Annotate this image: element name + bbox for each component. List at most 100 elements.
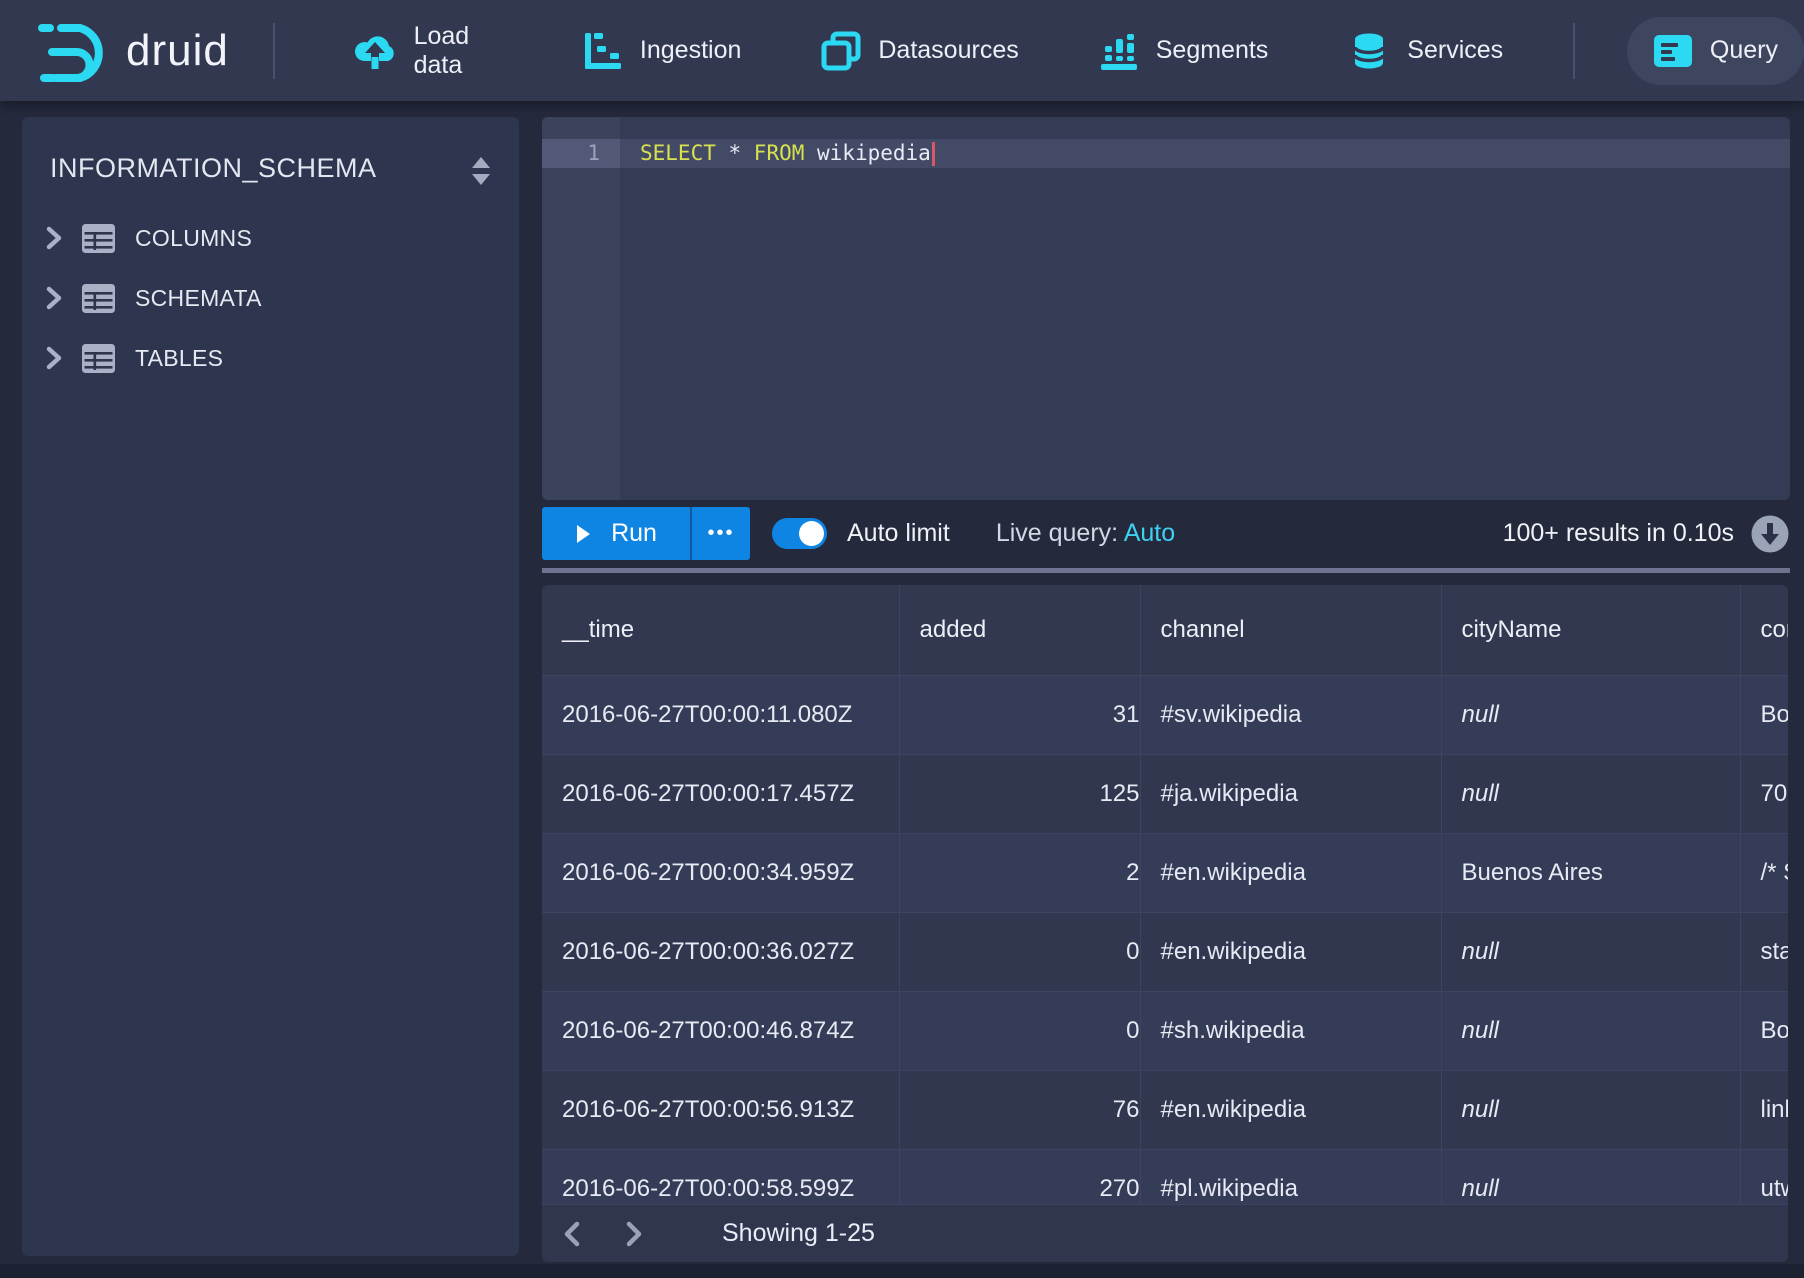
cell-time: 2016-06-27T00:00:17.457Z — [542, 754, 899, 833]
download-circle-icon[interactable] — [1750, 514, 1790, 554]
druid-logo-icon — [36, 19, 112, 83]
nav-item-ingestion[interactable]: Ingestion — [557, 17, 767, 85]
editor-gutter — [542, 117, 620, 500]
run-button[interactable]: Run — [542, 507, 690, 560]
sql-keyword: SELECT — [640, 141, 716, 165]
bottom-strip — [0, 1264, 1804, 1278]
cell-cityname: null — [1441, 754, 1740, 833]
cell-channel: #sh.wikipedia — [1140, 991, 1441, 1070]
nav-item-query[interactable]: Query — [1627, 17, 1804, 85]
table-row: 2016-06-27T00:00:17.457Z 125 #ja.wikiped… — [542, 754, 1788, 833]
sql-query-text[interactable]: SELECT * FROM wikipedia — [640, 139, 935, 168]
cell-channel: #sv.wikipedia — [1140, 675, 1441, 754]
sidebar-item-tables[interactable]: TABLES — [22, 328, 519, 388]
auto-limit-toggle[interactable] — [772, 518, 827, 549]
schema-title: INFORMATION_SCHEMA — [50, 153, 377, 183]
next-page-button[interactable] — [612, 1212, 656, 1256]
cell-cityname: null — [1441, 1070, 1740, 1149]
line-number: 1 — [542, 139, 600, 168]
table-icon — [82, 284, 115, 313]
cell-added: 76 — [899, 1070, 1140, 1149]
cell-added: 0 — [899, 991, 1140, 1070]
schema-sidebar: INFORMATION_SCHEMA COLUMNS — [22, 117, 519, 1256]
cell-cityname: null — [1441, 1149, 1740, 1204]
results-footer: Showing 1-25 — [542, 1204, 1788, 1262]
cell-channel: #ja.wikipedia — [1140, 754, 1441, 833]
more-icon: ••• — [707, 522, 734, 545]
cell-comment: link — [1740, 1070, 1788, 1149]
more-options-button[interactable]: ••• — [690, 507, 750, 560]
cell-channel: #en.wikipedia — [1140, 912, 1441, 991]
sql-keyword: FROM — [754, 141, 805, 165]
sidebar-item-label: SCHEMATA — [135, 285, 262, 312]
column-header-cityname[interactable]: cityName — [1441, 585, 1740, 675]
cell-channel: #pl.wikipedia — [1140, 1149, 1441, 1204]
cell-channel: #en.wikipedia — [1140, 1070, 1441, 1149]
live-query: Live query: Auto — [996, 519, 1175, 548]
column-header-time[interactable]: __time — [542, 585, 899, 675]
live-query-label: Live query: — [996, 519, 1118, 547]
cloud-upload-icon — [353, 30, 397, 72]
results-panel: __time added channel cityName comment 20… — [542, 585, 1788, 1262]
table-row: 2016-06-27T00:00:58.599Z 270 #pl.wikiped… — [542, 1149, 1788, 1204]
nav-item-label: Services — [1407, 36, 1503, 65]
cell-cityname: null — [1441, 912, 1740, 991]
cell-added: 31 — [899, 675, 1140, 754]
chevron-right-icon — [44, 346, 64, 370]
sidebar-item-schemata[interactable]: SCHEMATA — [22, 268, 519, 328]
column-header-channel[interactable]: channel — [1140, 585, 1441, 675]
prev-page-button[interactable] — [550, 1212, 594, 1256]
cell-time: 2016-06-27T00:00:36.027Z — [542, 912, 899, 991]
cell-channel: #en.wikipedia — [1140, 833, 1441, 912]
double-caret-vertical-icon[interactable] — [469, 155, 493, 187]
table-icon — [82, 344, 115, 373]
column-header-added[interactable]: added — [899, 585, 1140, 675]
brand[interactable]: druid — [36, 19, 229, 83]
pagination-status: Showing 1-25 — [722, 1219, 875, 1248]
table-row: 2016-06-27T00:00:34.959Z 2 #en.wikipedia… — [542, 833, 1788, 912]
ingestion-chart-icon — [583, 31, 623, 71]
cell-added: 125 — [899, 754, 1140, 833]
cell-time: 2016-06-27T00:00:56.913Z — [542, 1070, 899, 1149]
chevron-right-icon — [44, 226, 64, 250]
text-cursor — [932, 142, 935, 166]
live-query-value[interactable]: Auto — [1124, 519, 1175, 547]
nav-item-load-data[interactable]: Load data — [327, 17, 529, 85]
results-table-area: __time added channel cityName comment 20… — [542, 585, 1788, 1204]
sidebar-item-columns[interactable]: COLUMNS — [22, 208, 519, 268]
nav-divider — [1573, 23, 1575, 79]
sidebar-item-label: COLUMNS — [135, 225, 252, 252]
cell-comment: 70. — [1740, 754, 1788, 833]
nav-item-datasources[interactable]: Datasources — [795, 17, 1044, 85]
play-icon — [575, 524, 591, 544]
cell-added: 2 — [899, 833, 1140, 912]
results-table: __time added channel cityName comment 20… — [542, 585, 1788, 1204]
nav-item-services[interactable]: Services — [1322, 17, 1529, 85]
cell-time: 2016-06-27T00:00:11.080Z — [542, 675, 899, 754]
nav-item-label: Query — [1710, 36, 1778, 65]
cell-cityname: null — [1441, 675, 1740, 754]
nav-item-label: Ingestion — [640, 36, 741, 65]
nav-item-label: Load data — [414, 22, 503, 80]
table-row: 2016-06-27T00:00:11.080Z 31 #sv.wikipedi… — [542, 675, 1788, 754]
cell-cityname: null — [1441, 991, 1740, 1070]
cell-time: 2016-06-27T00:00:58.599Z — [542, 1149, 899, 1204]
table-icon — [82, 224, 115, 253]
auto-limit-label: Auto limit — [847, 519, 950, 548]
table-row: 2016-06-27T00:00:36.027Z 0 #en.wikipedia… — [542, 912, 1788, 991]
cell-comment: Bot — [1740, 675, 1788, 754]
nav-divider — [273, 23, 275, 79]
header-row: __time added channel cityName comment — [542, 585, 1788, 675]
nav-item-segments[interactable]: Segments — [1073, 17, 1295, 85]
editor-active-line: 1 SELECT * FROM wikipedia — [542, 139, 1790, 168]
panel-splitter[interactable] — [542, 568, 1790, 573]
auto-limit-switch-wrap[interactable]: Auto limit — [772, 518, 950, 549]
table-row: 2016-06-27T00:00:56.913Z 76 #en.wikipedi… — [542, 1070, 1788, 1149]
navbar: druid Load data Ingestion — [0, 0, 1804, 101]
run-button-label: Run — [611, 519, 657, 548]
sql-editor[interactable]: 1 SELECT * FROM wikipedia — [542, 117, 1790, 500]
cell-comment: /* S — [1740, 833, 1788, 912]
column-header-comment[interactable]: comment — [1740, 585, 1788, 675]
cell-comment: utw — [1740, 1149, 1788, 1204]
sidebar-item-label: TABLES — [135, 345, 223, 372]
